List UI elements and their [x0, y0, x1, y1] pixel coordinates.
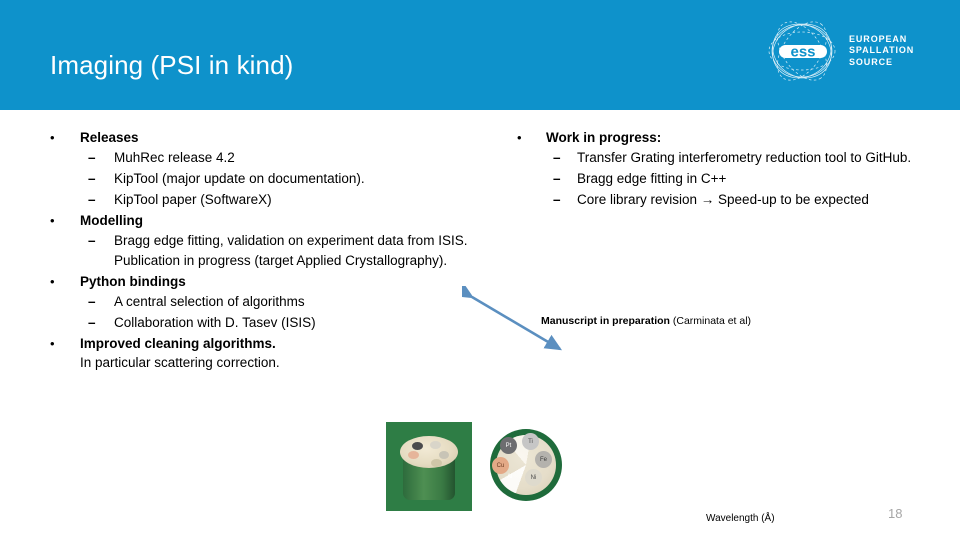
ess-wordmark-line-1: EUROPEAN	[849, 33, 908, 44]
sub-bullet-core-library-revision: – Core library revision → Speed-up to be…	[510, 190, 935, 210]
left-content-column: • Releases – MuhRec release 4.2 – KipToo…	[42, 128, 472, 373]
bullet-improved-cleaning: • Improved cleaning algorithms. In parti…	[42, 334, 472, 372]
sub-bullet-kiptool-update: – KipTool (major update on documentation…	[42, 169, 472, 189]
sample-spot-label: Ni	[530, 474, 537, 481]
bullet-dot-icon: •	[50, 130, 55, 145]
bullet-dash-icon: –	[88, 192, 96, 207]
bullet-work-in-progress: • Work in progress:	[510, 128, 935, 147]
sub-bullet-collaboration-tasev: – Collaboration with D. Tasev (ISIS)	[42, 313, 472, 333]
sample-spot-ni: Ni	[525, 469, 542, 486]
sub-bullet-central-selection: – A central selection of algorithms	[42, 292, 472, 312]
manuscript-caption-citation: (Carminata et al)	[672, 315, 752, 327]
sub-bullet-kiptool-paper: – KipTool paper (SoftwareX)	[42, 190, 472, 210]
sub-bullet-label: Collaboration with D. Tasev (ISIS)	[114, 315, 316, 330]
bullet-label: Work in progress:	[546, 130, 662, 145]
bullet-sub-label: In particular scattering correction.	[80, 355, 280, 370]
sub-bullet-label: Core library revision → Speed-up to be e…	[577, 192, 869, 207]
bullet-dash-icon: –	[88, 171, 96, 186]
svg-text:ess: ess	[790, 44, 815, 61]
bullet-dash-icon: –	[88, 315, 96, 330]
sample-spot-ti: Ti	[522, 433, 539, 450]
manuscript-caption: Manuscript in preparation (Carminata et …	[541, 315, 751, 328]
sample-spot-label: Pt	[505, 442, 512, 449]
bullet-dash-icon: –	[553, 150, 561, 165]
bullet-dot-icon: •	[517, 130, 522, 145]
ess-logo-mark-icon: ess	[768, 21, 836, 81]
bullet-label: Modelling	[80, 213, 143, 228]
sample-photograph	[386, 422, 472, 511]
sample-spot-fe: Fe	[535, 451, 552, 468]
ess-wordmark: EUROPEAN SPALLATION SOURCE	[849, 34, 914, 69]
sub-bullet-transfer-grating-tool: – Transfer Grating interferometry reduct…	[510, 148, 935, 168]
bullet-dash-icon: –	[88, 150, 96, 165]
bullet-dot-icon: •	[50, 213, 55, 228]
bullet-dash-icon: –	[553, 171, 561, 186]
bullet-releases: • Releases	[42, 128, 472, 147]
sub-bullet-label: A central selection of algorithms	[114, 294, 305, 309]
sub-bullet-muhrec-release: – MuhRec release 4.2	[42, 148, 472, 168]
manuscript-caption-bold: Manuscript in preparation	[541, 315, 670, 327]
ess-logo: ess EUROPEAN SPALLATION SOURCE	[763, 20, 938, 82]
sample-insert-cu	[408, 451, 419, 459]
sub-bullet-label: Bragg edge fitting, validation on experi…	[114, 233, 468, 268]
sub-bullet-label: Bragg edge fitting in C++	[577, 171, 727, 186]
sub-bullet-bragg-edge-validation: – Bragg edge fitting, validation on expe…	[42, 231, 472, 271]
page-title: Imaging (PSI in kind)	[50, 50, 294, 80]
bullet-modelling: • Modelling	[42, 211, 472, 230]
sample-insert-ni	[431, 459, 442, 467]
sample-spot-label: Fe	[539, 456, 547, 463]
sample-insert-pt	[412, 442, 423, 450]
bullet-label: Improved cleaning algorithms.	[80, 336, 276, 351]
sample-insert-fe	[439, 451, 449, 459]
sample-spot-label: Cu	[496, 462, 505, 469]
right-content-column: • Work in progress: – Transfer Grating i…	[510, 128, 935, 211]
sample-spot-pt: Pt	[500, 437, 517, 454]
sub-bullet-label: MuhRec release 4.2	[114, 150, 235, 165]
sub-bullet-bragg-edge-cpp: – Bragg edge fitting in C++	[510, 169, 935, 189]
bullet-dash-icon: –	[553, 192, 561, 207]
sample-element-diagram: Pt Ti Fe Ni Cu Al	[487, 424, 565, 508]
ess-wordmark-line-2: SPALLATION	[849, 45, 915, 56]
sub-bullet-label: Transfer Grating interferometry reductio…	[577, 150, 912, 165]
sub-bullet-label: KipTool paper (SoftwareX)	[114, 192, 272, 207]
ess-wordmark-line-3: SOURCE	[849, 56, 893, 67]
sample-spot-label: Ti	[528, 438, 533, 445]
bullet-label: Python bindings	[80, 274, 186, 289]
wavelength-axis-caption: Wavelength (Å)	[706, 513, 775, 524]
sub-bullet-label: KipTool (major update on documentation).	[114, 171, 365, 186]
bullet-label: Releases	[80, 130, 139, 145]
sample-spot-al-label: Al	[507, 474, 513, 480]
sample-spot-cu: Cu	[492, 457, 509, 474]
bullet-dash-icon: –	[88, 294, 96, 309]
slide-page-number: 18	[888, 506, 903, 521]
bullet-dot-icon: •	[50, 336, 55, 351]
bullet-dash-icon: –	[88, 233, 96, 248]
bullet-python-bindings: • Python bindings	[42, 272, 472, 291]
sample-insert-ti	[430, 441, 441, 449]
bullet-dot-icon: •	[50, 274, 55, 289]
